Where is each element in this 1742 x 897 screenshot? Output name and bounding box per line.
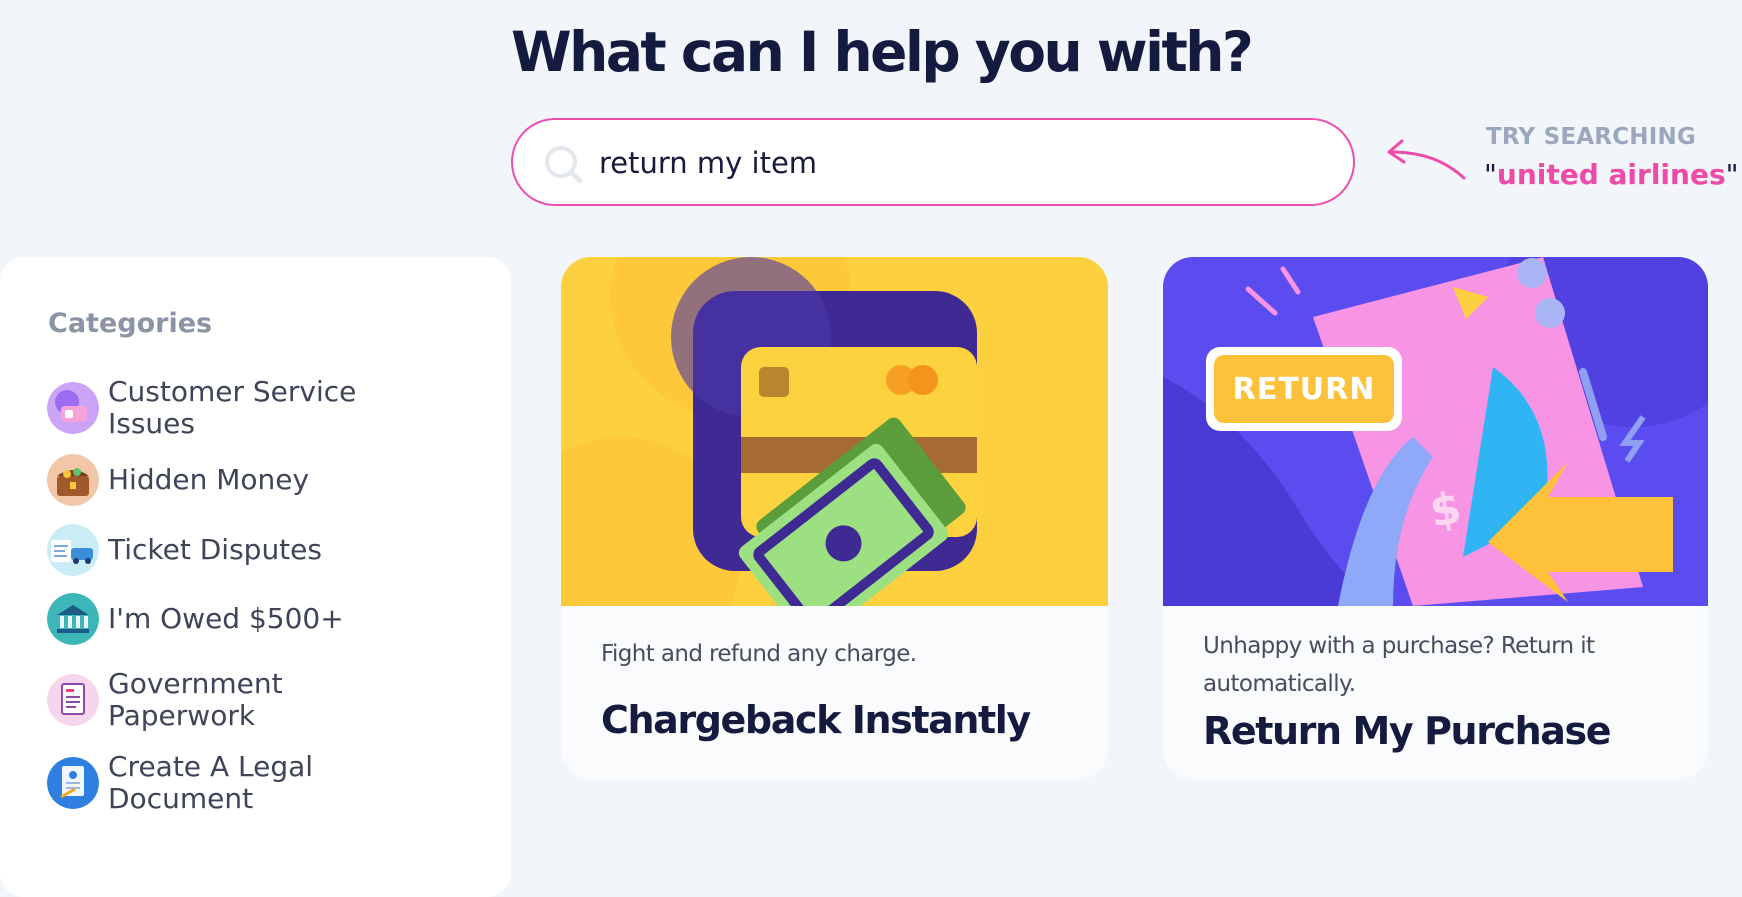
sidebar-item-label: I'm Owed $500+: [108, 602, 344, 635]
paperwork-icon: [47, 674, 99, 726]
sidebar-item-government-paperwork[interactable]: Government Paperwork: [47, 668, 408, 732]
try-searching-label: TRY SEARCHING: [1486, 124, 1697, 150]
try-searching-example[interactable]: "united airlines": [1484, 158, 1739, 191]
open-quote: ": [1484, 158, 1497, 191]
sidebar-item-hidden-money[interactable]: Hidden Money: [47, 454, 408, 506]
search-icon: [545, 146, 583, 184]
chargeback-card[interactable]: Fight and refund any charge. Chargeback …: [561, 257, 1108, 780]
categories-title: Categories: [48, 308, 213, 339]
credit-card-cash-illustration: [561, 257, 1108, 606]
card-title: Chargeback Instantly: [601, 698, 1031, 742]
return-package-illustration: $: [1163, 257, 1708, 606]
treasure-chest-icon: [47, 454, 99, 506]
arrow-left-icon: [1387, 139, 1466, 180]
sidebar-item-customer-service[interactable]: Customer Service Issues: [47, 376, 408, 440]
ticket-icon: [47, 524, 99, 576]
legal-document-icon: [47, 757, 99, 809]
card-description: Unhappy with a purchase? Return it autom…: [1203, 633, 1595, 697]
sidebar-item-label: Hidden Money: [108, 463, 310, 496]
example-query: united airlines: [1496, 158, 1726, 191]
sidebar-item-ticket-disputes[interactable]: Ticket Disputes: [47, 524, 408, 576]
return-badge: RETURN: [1232, 371, 1376, 407]
sidebar-item-label: Government Paperwork: [108, 667, 283, 732]
search-bar[interactable]: [511, 118, 1355, 206]
search-input[interactable]: [597, 138, 1321, 188]
card-description: Fight and refund any charge.: [601, 641, 917, 667]
close-quote: ": [1725, 158, 1739, 191]
page-title: What can I help you with?: [511, 20, 1254, 84]
return-purchase-card[interactable]: $ RETURN Unhappy with a purchase? Return…: [1163, 257, 1708, 780]
sidebar-item-label: Create A Legal Document: [108, 750, 314, 815]
sidebar-item-owed-money[interactable]: I'm Owed $500+: [47, 593, 408, 645]
sidebar-item-label: Customer Service Issues: [108, 375, 357, 440]
bank-icon: [47, 593, 99, 645]
sidebar-item-legal-document[interactable]: Create A Legal Document: [47, 751, 408, 815]
customer-service-icon: [47, 382, 99, 434]
card-title: Return My Purchase: [1203, 709, 1612, 753]
sidebar-item-label: Ticket Disputes: [108, 533, 322, 566]
